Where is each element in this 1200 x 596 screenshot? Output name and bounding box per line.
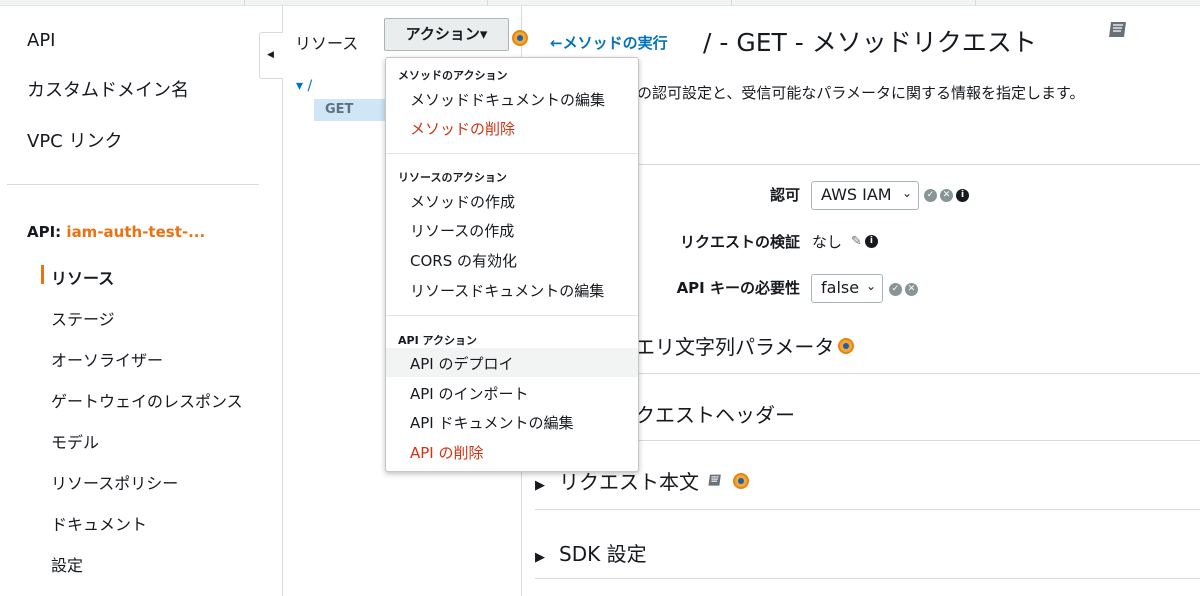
nav-sub-resource-policy[interactable]: リソースポリシー	[51, 470, 178, 494]
collapse-nav-button[interactable]: ◀	[259, 32, 283, 79]
nav-item-vpc-link[interactable]: VPC リンク	[27, 127, 122, 153]
nav-sub-authorizers[interactable]: オーソライザー	[51, 347, 163, 371]
menu-group-api-actions: API アクション	[398, 334, 477, 347]
menu-item-delete-method[interactable]: メソッドの削除	[386, 113, 638, 142]
api-prefix: API:	[27, 223, 62, 241]
nav-sub-stages[interactable]: ステージ	[51, 306, 115, 330]
chevron-down-icon: ⌄	[865, 279, 876, 293]
auth-actions: ✓ ✕ i	[924, 189, 969, 202]
menu-separator	[386, 153, 638, 154]
cancel-icon[interactable]: ✕	[940, 189, 953, 202]
book-icon[interactable]	[707, 473, 723, 488]
page-title: / - GET - メソッドリクエスト	[703, 28, 1037, 57]
back-to-method-execution-link[interactable]: ←メソッドの実行	[550, 32, 668, 53]
nav-item-api[interactable]: API	[27, 30, 55, 51]
section-label: エリ文字列パラメータ	[635, 335, 835, 359]
tree-root-resource[interactable]: ▾ /	[296, 78, 312, 94]
menu-item-enable-cors[interactable]: CORS の有効化	[386, 245, 638, 274]
section-label: SDK 設定	[559, 542, 647, 566]
menu-item-deploy-api[interactable]: API のデプロイ	[386, 348, 638, 377]
info-icon[interactable]	[838, 338, 854, 354]
apikey-actions: ✓ ✕	[889, 283, 918, 296]
description-text: の認可設定と、受信可能なパラメータに関する情報を指定します。	[637, 84, 1085, 102]
left-navigation: API カスタムドメイン名 VPC リンク API: iam-auth-test…	[0, 6, 283, 596]
triangle-right-icon: ▶	[535, 478, 545, 493]
check-icon[interactable]: ✓	[924, 189, 937, 202]
chevron-down-icon: ⌄	[901, 186, 912, 200]
collapse-left-icon: ◀	[267, 50, 274, 60]
info-icon[interactable]: i	[956, 189, 969, 202]
nav-sub-gateway-responses[interactable]: ゲートウェイのレスポンス	[51, 388, 243, 412]
menu-group-method-actions: メソッドのアクション	[398, 69, 508, 82]
menu-item-edit-resource-doc[interactable]: リソースドキュメントの編集	[386, 275, 638, 304]
menu-item-import-api[interactable]: API のインポート	[386, 378, 638, 407]
section-request-headers[interactable]: クエストヘッダー	[635, 399, 795, 428]
resources-title: リソース	[295, 34, 359, 53]
menu-item-edit-api-doc[interactable]: API ドキュメントの編集	[386, 407, 638, 436]
nav-sub-models[interactable]: モデル	[51, 429, 99, 453]
menu-separator	[386, 315, 638, 316]
info-icon[interactable]	[733, 473, 749, 489]
back-arrow-icon: ←	[550, 34, 563, 52]
section-sdk-settings[interactable]: ▶ SDK 設定	[535, 538, 647, 567]
menu-item-create-method[interactable]: メソッドの作成	[386, 186, 638, 215]
divider	[535, 578, 1200, 579]
nav-divider	[7, 184, 259, 185]
nav-item-custom-domain[interactable]: カスタムドメイン名	[27, 76, 189, 102]
validation-actions: ✎ i	[851, 234, 878, 249]
pencil-icon[interactable]: ✎	[851, 234, 862, 249]
active-indicator	[41, 265, 44, 284]
nav-sub-resources[interactable]: リソース	[51, 265, 114, 289]
validation-value: なし	[812, 233, 843, 251]
section-query-params[interactable]: エリ文字列パラメータ	[635, 331, 834, 360]
check-icon[interactable]: ✓	[889, 283, 902, 296]
actions-dropdown-button[interactable]: アクション▾	[384, 18, 509, 51]
menu-group-resource-actions: リソースのアクション	[398, 171, 507, 184]
divider	[535, 509, 1200, 510]
menu-item-create-resource[interactable]: リソースの作成	[386, 215, 638, 244]
section-label: クエストヘッダー	[635, 403, 795, 427]
apikey-select[interactable]: false ⌄	[811, 274, 883, 303]
actions-menu: メソッドのアクション メソッドドキュメントの編集 メソッドの削除 リソースのアク…	[385, 57, 639, 472]
auth-select-value: AWS IAM	[821, 185, 892, 204]
nav-sub-settings[interactable]: 設定	[51, 552, 83, 576]
triangle-right-icon: ▶	[535, 550, 545, 565]
info-icon[interactable]: i	[864, 235, 878, 248]
api-label: API: iam-auth-test-...	[27, 223, 205, 241]
menu-item-delete-api[interactable]: API の削除	[386, 437, 638, 466]
back-link-label: メソッドの実行	[562, 34, 668, 52]
book-icon[interactable]	[1107, 20, 1129, 40]
section-label: リクエスト本文	[559, 470, 699, 494]
auth-select[interactable]: AWS IAM ⌄	[811, 181, 919, 210]
cancel-icon[interactable]: ✕	[905, 283, 918, 296]
api-name[interactable]: iam-auth-test-...	[66, 223, 205, 241]
nav-sub-documentation[interactable]: ドキュメント	[51, 511, 147, 535]
menu-item-edit-method-doc[interactable]: メソッドドキュメントの編集	[386, 84, 638, 113]
apikey-select-value: false	[821, 278, 860, 297]
